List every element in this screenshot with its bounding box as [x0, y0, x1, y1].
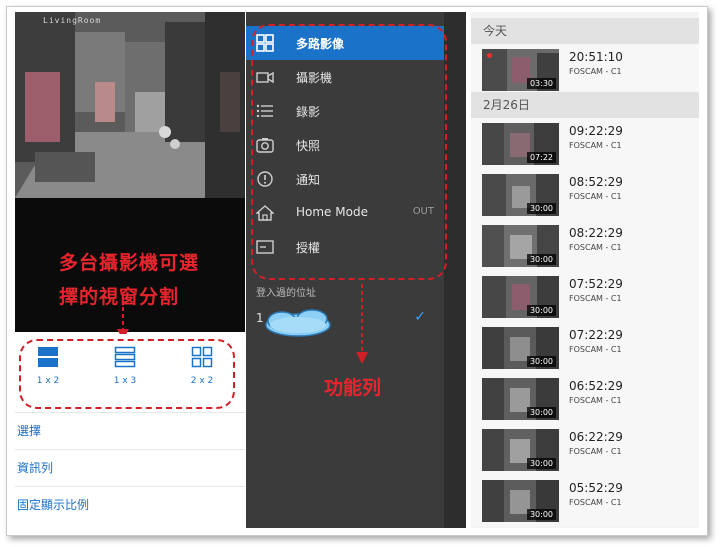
- recording-item[interactable]: 30:00 07:22:29 FOSCAM - C1: [471, 322, 699, 373]
- recording-duration: 30:00: [526, 254, 556, 265]
- recording-source: FOSCAM - C1: [569, 498, 622, 507]
- recording-item[interactable]: 07:22 09:22:29 FOSCAM - C1: [471, 118, 699, 169]
- check-icon: ✓: [414, 309, 426, 325]
- recording-time: 08:22:29: [569, 226, 623, 240]
- recording-source: FOSCAM - C1: [569, 141, 622, 150]
- recording-item[interactable]: 30:00 05:52:29 FOSCAM - C1: [471, 475, 699, 526]
- recording-time: 20:51:10: [569, 50, 623, 64]
- recording-time: 06:52:29: [569, 379, 623, 393]
- recording-thumbnail: 30:00: [482, 378, 559, 420]
- recording-source: FOSCAM - C1: [569, 294, 622, 303]
- recording-source: FOSCAM - C1: [569, 396, 622, 405]
- recording-thumbnail: 30:00: [482, 327, 559, 369]
- recording-duration: 30:00: [526, 458, 556, 469]
- recording-time: 06:22:29: [569, 430, 623, 444]
- drawer-highlight-box: [251, 24, 447, 280]
- recording-source: FOSCAM - C1: [569, 345, 622, 354]
- recording-thumbnail: 30:00: [482, 276, 559, 318]
- recording-thumbnail: 30:00: [482, 174, 559, 216]
- layout-panel: LivingRoom 多台攝影機可選 擇的視窗分割 1 x 2 1 x 3 2 …: [15, 12, 245, 528]
- recording-source: FOSCAM - C1: [569, 243, 622, 252]
- recording-time: 07:22:29: [569, 328, 623, 342]
- section-header-today: 今天: [471, 18, 699, 44]
- recording-duration: 30:00: [526, 356, 556, 367]
- recording-thumbnail: 30:00: [482, 225, 559, 267]
- camera-scene-image: [15, 12, 245, 198]
- camera-overlay-title: LivingRoom: [43, 16, 102, 25]
- recording-duration: 30:00: [526, 509, 556, 520]
- recording-item[interactable]: 30:00 07:52:29 FOSCAM - C1: [471, 271, 699, 322]
- recording-time: 05:52:29: [569, 481, 623, 495]
- recording-duration: 30:00: [526, 305, 556, 316]
- recording-duration: 30:00: [526, 407, 556, 418]
- layout-highlight-box: [19, 339, 235, 409]
- recording-item[interactable]: 30:00 06:22:29 FOSCAM - C1: [471, 424, 699, 475]
- recording-time: 07:52:29: [569, 277, 623, 291]
- recording-item[interactable]: 03:30 20:51:10 FOSCAM - C1: [471, 44, 699, 95]
- menu-item-select[interactable]: 選擇: [15, 412, 245, 449]
- recordings-panel: 今天 03:30 20:51:10 FOSCAM - C1 2月26日 07:2…: [471, 12, 699, 528]
- recording-item[interactable]: 30:00 08:52:29 FOSCAM - C1: [471, 169, 699, 220]
- recording-source: FOSCAM - C1: [569, 447, 622, 456]
- recording-thumbnail: 30:00: [482, 480, 559, 522]
- options-menu: 選擇 資訊列 固定顯示比例: [15, 412, 245, 523]
- recording-indicator-icon: [487, 53, 492, 58]
- callout-arrow-2: [356, 284, 368, 364]
- recording-item[interactable]: 30:00 08:22:29 FOSCAM - C1: [471, 220, 699, 271]
- recording-thumbnail: 03:30: [482, 49, 559, 91]
- callout-line-2: 擇的視窗分割: [59, 286, 180, 308]
- drawer-backdrop: [444, 12, 466, 528]
- section-header-feb26: 2月26日: [471, 92, 699, 118]
- callout-line-1: 多台攝影機可選: [59, 252, 200, 274]
- recording-duration: 07:22: [526, 152, 556, 163]
- callout-function-bar: 功能列: [324, 377, 382, 399]
- recording-duration: 03:30: [526, 78, 556, 89]
- recording-thumbnail: 30:00: [482, 429, 559, 471]
- recording-source: FOSCAM - C1: [569, 192, 622, 201]
- recording-duration: 30:00: [526, 203, 556, 214]
- menu-item-info-bar[interactable]: 資訊列: [15, 449, 245, 486]
- cloud-mask-icon: [265, 309, 331, 337]
- recording-time: 08:52:29: [569, 175, 623, 189]
- recording-time: 09:22:29: [569, 124, 623, 138]
- recording-item[interactable]: 30:00 06:52:29 FOSCAM - C1: [471, 373, 699, 424]
- camera-video[interactable]: LivingRoom: [15, 12, 245, 198]
- menu-item-fixed-ratio[interactable]: 固定顯示比例: [15, 486, 245, 523]
- login-history-label: 登入過的位址: [256, 288, 316, 299]
- recording-thumbnail: 07:22: [482, 123, 559, 165]
- recording-source: FOSCAM - C1: [569, 67, 622, 76]
